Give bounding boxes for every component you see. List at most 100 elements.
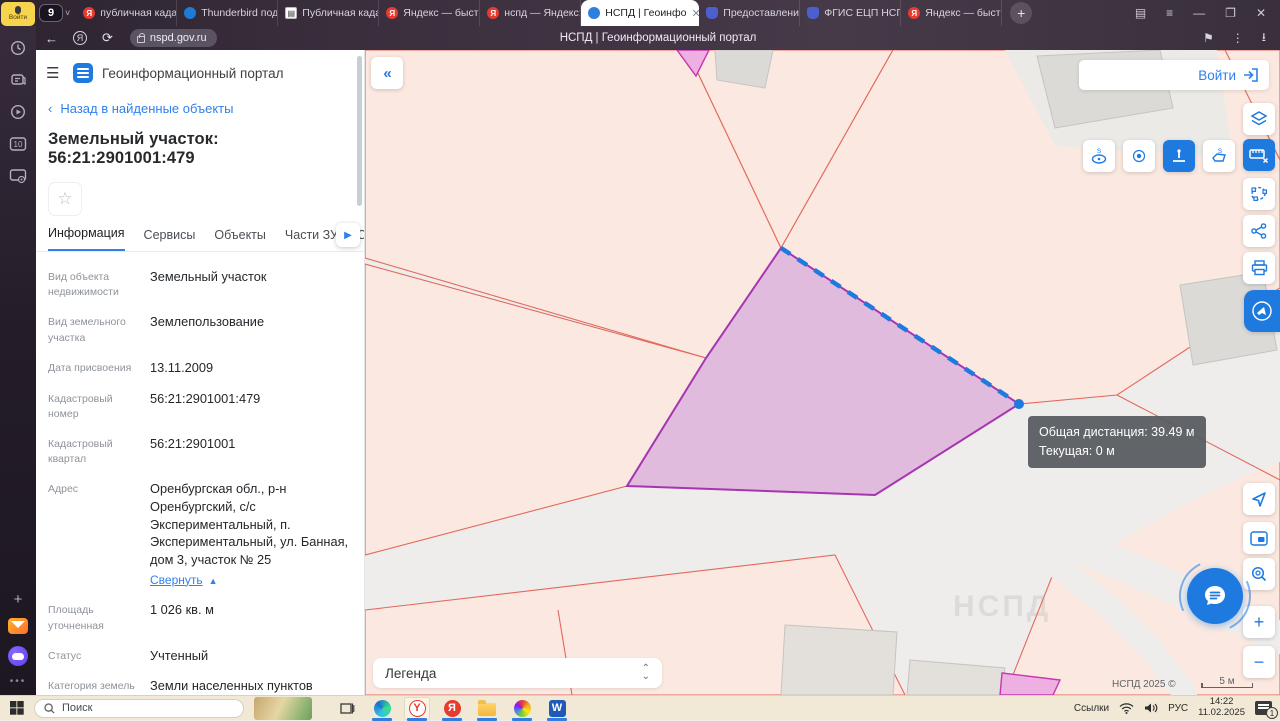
yandex-browser-app-button[interactable]: Y <box>404 697 430 720</box>
yandex-mail-icon[interactable] <box>8 618 28 634</box>
open-indicator <box>442 718 462 721</box>
url-field[interactable]: nspd.gov.ru <box>130 29 217 47</box>
attribute-label: Вид земельного участка <box>48 313 150 345</box>
rail-more-icon[interactable]: ••• <box>10 676 27 687</box>
restore-button[interactable]: ❐ <box>1225 6 1236 20</box>
attribute-row: Кадастровый квартал 56:21:2901001 <box>48 435 350 467</box>
chat-fab-button[interactable] <box>1187 568 1243 624</box>
windows-taskbar: Поиск Y Я W Ссылки РУС 14:22 11.02.2025 … <box>0 695 1280 720</box>
nspd-logo-icon[interactable] <box>73 63 93 83</box>
measure-point-button[interactable] <box>1123 140 1155 172</box>
tab-counter[interactable]: 9 ˅ <box>39 4 70 22</box>
photos-app-button[interactable] <box>509 697 535 720</box>
measure-circle-button[interactable]: S <box>1083 140 1115 172</box>
video-icon[interactable] <box>8 102 28 122</box>
map-login-bar[interactable]: Войти <box>1079 60 1269 90</box>
measure-area-button[interactable]: S <box>1203 140 1235 172</box>
browser-menu-icon[interactable]: ≡ <box>1166 6 1173 20</box>
tab-active-nspd[interactable]: НСПД | Геоинфо ✕ <box>581 0 699 26</box>
yandex-app-button[interactable]: Я <box>439 697 465 720</box>
geolocate-button[interactable] <box>1243 483 1275 515</box>
document-send-icon <box>1252 301 1272 321</box>
attribute-label: Адрес <box>48 480 150 588</box>
share-button[interactable] <box>1243 215 1275 247</box>
layers-button[interactable] <box>1243 103 1275 135</box>
favorite-star-button[interactable]: ☆ <box>48 182 82 216</box>
feedback-panel-button[interactable] <box>1244 290 1280 332</box>
printer-icon <box>1251 260 1268 276</box>
collapse-panel-button[interactable]: « <box>371 57 403 89</box>
measure-distance-button[interactable] <box>1163 140 1195 172</box>
url-text: nspd.gov.ru <box>150 32 207 44</box>
tab[interactable]: ▤Публичная кадастр <box>278 0 379 26</box>
measure-tool-button[interactable] <box>1243 139 1275 171</box>
window-controls: ▤ ≡ — ❐ ✕ <box>1129 6 1280 20</box>
attribute-row: Кадастровый номер 56:21:2901001:479 <box>48 390 350 422</box>
word-app-button[interactable]: W <box>544 697 570 720</box>
minimize-button[interactable]: — <box>1193 6 1205 20</box>
more-options-icon[interactable]: ⋮ <box>1232 31 1244 45</box>
tab[interactable]: ФГИС ЕЦП НСПД <box>800 0 901 26</box>
tab-parcel-parts[interactable]: Части ЗУ <box>285 228 338 251</box>
edge-app-button[interactable] <box>369 697 395 720</box>
tab-objects[interactable]: Объекты <box>214 228 266 251</box>
task-view-button[interactable] <box>334 697 360 720</box>
notes-icon[interactable] <box>8 70 28 90</box>
open-indicator <box>547 718 567 721</box>
speaker-icon[interactable] <box>1144 702 1158 714</box>
history-icon[interactable] <box>8 38 28 58</box>
edge-icon <box>374 700 391 717</box>
side-panels-icon[interactable]: ▤ <box>1135 6 1146 20</box>
open-indicator <box>372 718 392 721</box>
print-button[interactable] <box>1243 252 1275 284</box>
lock-icon <box>137 36 145 43</box>
legend-bar[interactable]: Легенда ⌃⌄ <box>373 658 662 688</box>
tab[interactable]: Thunderbird поддер <box>177 0 278 26</box>
tab-services[interactable]: Сервисы <box>144 228 196 251</box>
tab-close-icon[interactable]: ✕ <box>691 7 699 20</box>
bookmark-icon[interactable]: ⚑ <box>1203 31 1214 45</box>
wifi-icon[interactable] <box>1119 702 1134 714</box>
clock[interactable]: 14:22 11.02.2025 <box>1198 697 1245 719</box>
download-icon[interactable]: ⭳ <box>1262 28 1266 49</box>
select-area-button[interactable] <box>1243 178 1275 210</box>
tab[interactable]: Япубличная кадастр <box>76 0 177 26</box>
file-explorer-button[interactable] <box>474 697 500 720</box>
zoom-out-button[interactable]: − <box>1243 646 1275 678</box>
tab[interactable]: ЯЯндекс — быстрый <box>379 0 480 26</box>
tabs-scroll-right-button[interactable]: ▶ <box>336 223 360 247</box>
yandex-button[interactable]: Я <box>73 31 87 45</box>
minimap-icon <box>1250 531 1268 546</box>
open-indicator <box>407 718 427 721</box>
start-button[interactable] <box>0 701 34 715</box>
panel-scrollbar[interactable] <box>357 56 362 206</box>
taskbar-search-input[interactable]: Поиск <box>34 699 244 718</box>
tabs-count-icon[interactable]: 10 <box>8 134 28 154</box>
new-tab-button[interactable]: + <box>1010 2 1032 24</box>
menu-icon[interactable]: ☰ <box>46 66 64 81</box>
close-button[interactable]: ✕ <box>1256 6 1266 20</box>
tab[interactable]: ЯЯндекс — быстрый <box>901 0 1002 26</box>
browser-side-rail: 10 + ••• <box>0 26 36 695</box>
tab-information[interactable]: Информация <box>48 226 125 251</box>
object-info-panel: ☰ Геоинформационный портал ‹ Назад в най… <box>36 50 365 695</box>
tab[interactable]: Янспд — Яндекс: наш <box>480 0 581 26</box>
language-indicator[interactable]: РУС <box>1168 703 1188 714</box>
attribute-label: Кадастровый квартал <box>48 435 150 467</box>
map-canvas[interactable]: НСПД « Войти S S <box>365 50 1280 695</box>
measure-endpoint <box>1014 399 1024 409</box>
minimap-button[interactable] <box>1243 522 1275 554</box>
voice-login-badge[interactable]: Войти <box>1 2 35 26</box>
links-toolbar-label[interactable]: Ссылки <box>1074 703 1109 714</box>
screencast-icon[interactable] <box>8 166 28 186</box>
collapse-address-link[interactable]: Свернуть <box>150 572 203 589</box>
weather-widget-thumbnail[interactable] <box>254 697 312 720</box>
attribute-value: 1 026 кв. м <box>150 601 214 633</box>
alice-assistant-icon[interactable] <box>8 646 28 666</box>
add-panel-icon[interactable]: + <box>14 591 23 608</box>
notification-center-button[interactable]: 1 <box>1255 701 1272 715</box>
tab[interactable]: Предоставление со <box>699 0 800 26</box>
back-to-results-link[interactable]: ‹ Назад в найденные объекты <box>36 83 364 116</box>
refresh-button[interactable]: ⟳ <box>102 30 113 46</box>
back-button[interactable]: ← <box>45 31 58 46</box>
